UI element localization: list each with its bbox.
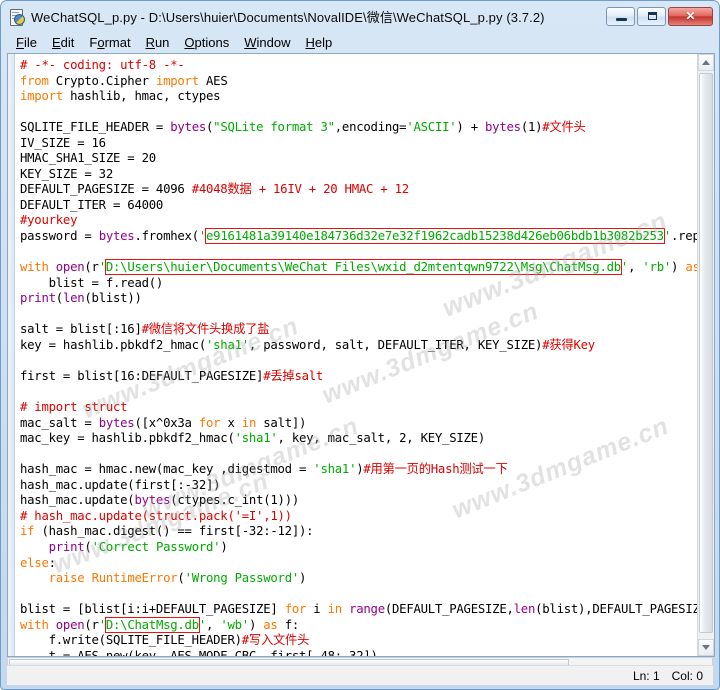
scroll-down-button[interactable]: [698, 639, 714, 656]
menu-label-edit: dit: [60, 34, 75, 50]
menu-bar: File Edit Format Run Options Window Help: [1, 31, 719, 53]
menu-label-file: ile: [23, 34, 37, 50]
minimize-button[interactable]: [606, 6, 635, 26]
maximize-button[interactable]: [637, 6, 666, 26]
menu-item-help[interactable]: Help: [299, 33, 341, 52]
chevron-up-icon: [702, 60, 710, 65]
menu-item-options[interactable]: Options: [177, 33, 237, 52]
menu-item-run[interactable]: Run: [139, 33, 178, 52]
menu-item-format[interactable]: Format: [82, 33, 138, 52]
close-button[interactable]: ✕: [668, 6, 713, 26]
vertical-scrollbar[interactable]: [697, 54, 714, 656]
menu-label-run: un: [154, 34, 170, 50]
status-bar: Ln: 1 Col: 0: [7, 665, 713, 685]
window-title: WeChatSQL_p.py - D:\Users\huier\Document…: [31, 9, 545, 25]
editor-gutter: [8, 54, 15, 656]
vertical-scroll-thumb[interactable]: [699, 73, 713, 633]
menu-item-file[interactable]: File: [9, 33, 45, 52]
minimize-icon: [616, 17, 627, 21]
close-icon: ✕: [685, 9, 696, 23]
menu-label-help: elp: [314, 34, 333, 50]
scroll-up-button[interactable]: [698, 54, 714, 71]
status-column-number: Col: 0: [671, 668, 703, 683]
status-line-number: Ln: 1: [632, 668, 660, 683]
menu-item-window[interactable]: Window: [237, 33, 298, 52]
title-bar: WeChatSQL_p.py - D:\Users\huier\Document…: [1, 1, 719, 31]
window-controls: ✕: [606, 6, 713, 26]
maximize-icon: [648, 11, 657, 20]
menu-label-format: rmat: [104, 34, 131, 50]
menu-label-options: ptions: [194, 34, 230, 50]
menu-label-window: indow: [256, 34, 291, 50]
menu-item-edit[interactable]: Edit: [45, 33, 82, 52]
chevron-down-icon: [702, 645, 710, 650]
editor-frame: # -*- coding: utf-8 -*- from Crypto.Ciph…: [7, 53, 715, 657]
code-area[interactable]: # -*- coding: utf-8 -*- from Crypto.Ciph…: [15, 54, 714, 656]
source-code[interactable]: # -*- coding: utf-8 -*- from Crypto.Ciph…: [15, 54, 714, 656]
idle-editor-window: WeChatSQL_p.py - D:\Users\huier\Document…: [0, 0, 720, 690]
python-file-icon: [8, 8, 26, 26]
